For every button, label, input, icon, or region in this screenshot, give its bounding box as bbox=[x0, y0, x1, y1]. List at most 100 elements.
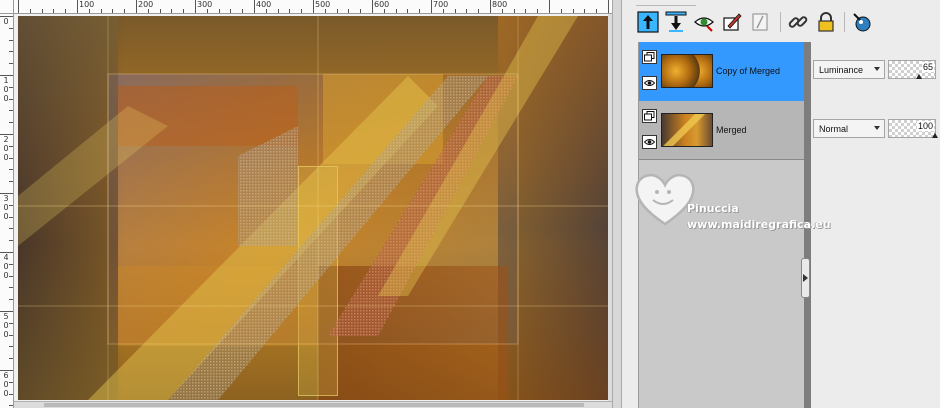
panel-expand-handle[interactable] bbox=[801, 258, 810, 298]
ruler-vertical[interactable]: 0100200300400500600 bbox=[0, 14, 14, 408]
ruler-tick bbox=[29, 9, 31, 13]
opacity-marker[interactable] bbox=[932, 133, 938, 138]
blend-mode-value: Luminance bbox=[819, 64, 864, 75]
visibility-eye-icon[interactable] bbox=[642, 135, 657, 149]
ruler-tick bbox=[136, 0, 137, 13]
lock-icon[interactable] bbox=[814, 10, 838, 34]
ruler-tick bbox=[313, 0, 314, 13]
ruler-tick bbox=[301, 9, 303, 13]
ruler-tick bbox=[560, 9, 562, 13]
layer-name[interactable]: Copy of Merged bbox=[716, 66, 780, 76]
ruler-tick bbox=[206, 9, 208, 13]
watermark: Pinuccia www.maidiregrafica.eu bbox=[633, 160, 873, 240]
ruler-label: 400 bbox=[256, 0, 272, 9]
ruler-tick bbox=[9, 110, 13, 112]
ruler-tick bbox=[65, 9, 67, 13]
ruler-tick bbox=[41, 9, 43, 13]
ruler-tick bbox=[584, 9, 586, 13]
layer-type-icon[interactable] bbox=[642, 109, 657, 123]
ruler-tick bbox=[549, 0, 550, 13]
ruler-label: 0 bbox=[3, 321, 9, 330]
opacity-slider[interactable]: 100 bbox=[888, 119, 938, 138]
link-icon[interactable] bbox=[786, 10, 810, 34]
opacity-slider[interactable]: 65 bbox=[888, 60, 936, 79]
ruler-tick bbox=[112, 9, 114, 13]
ruler-label: 700 bbox=[433, 0, 449, 9]
ruler-tick bbox=[537, 9, 539, 13]
ruler-label: 0 bbox=[3, 389, 9, 398]
ruler-label: 5 bbox=[3, 312, 9, 321]
layer-thumbnail bbox=[661, 113, 713, 147]
toolbar-separator bbox=[780, 12, 781, 32]
ruler-label: 600 bbox=[374, 0, 390, 9]
layer-name[interactable]: Merged bbox=[716, 125, 747, 135]
ruler-label: 0 bbox=[3, 271, 9, 280]
blend-mode-dropdown[interactable]: Normal bbox=[813, 119, 885, 138]
layers-toolbar bbox=[622, 6, 940, 42]
move-layer-down-icon[interactable] bbox=[664, 10, 688, 34]
blend-mode-dropdown[interactable]: Luminance bbox=[813, 60, 885, 79]
ruler-tick bbox=[501, 9, 503, 13]
ruler-tick bbox=[242, 9, 244, 13]
ruler-tick bbox=[360, 9, 362, 13]
layer-props-row: Luminance 65 bbox=[811, 42, 940, 101]
ruler-label: 0 bbox=[3, 85, 9, 94]
ruler-label: 3 bbox=[3, 194, 9, 203]
ruler-label: 6 bbox=[3, 371, 9, 380]
ruler-tick bbox=[230, 9, 232, 13]
ruler-tick bbox=[596, 9, 598, 13]
ruler-label: 0 bbox=[3, 203, 9, 212]
ruler-tick bbox=[9, 346, 13, 348]
ruler-tick bbox=[525, 9, 527, 13]
opacity-value[interactable]: 100 bbox=[916, 121, 934, 131]
move-layer-up-icon[interactable] bbox=[636, 10, 660, 34]
ruler-label: 0 bbox=[3, 94, 9, 103]
layer-row-merged[interactable]: Merged bbox=[639, 101, 805, 160]
ruler-tick bbox=[372, 0, 373, 13]
ruler-tick bbox=[9, 299, 13, 301]
ruler-tick bbox=[277, 9, 279, 13]
canvas-horizontal-scrollbar[interactable] bbox=[14, 401, 612, 408]
ruler-label: 0 bbox=[3, 330, 9, 339]
image-canvas-area: 100 200 300 400 500 600 700 800 010020030040050… bbox=[0, 0, 612, 408]
edit-selection-icon[interactable] bbox=[692, 10, 716, 34]
image-canvas[interactable] bbox=[18, 16, 608, 400]
ruler-tick bbox=[9, 228, 13, 230]
ruler-tick bbox=[9, 63, 13, 65]
ruler-horizontal[interactable]: 100 200 300 400 500 600 700 800 bbox=[14, 0, 612, 14]
ruler-tick bbox=[159, 9, 161, 13]
ruler-tick bbox=[572, 9, 574, 13]
ruler-label: 0 bbox=[3, 262, 9, 271]
opacity-marker[interactable] bbox=[915, 74, 922, 79]
ruler-tick bbox=[478, 9, 480, 13]
pick-tool-icon[interactable] bbox=[850, 10, 874, 34]
ruler-tick bbox=[218, 9, 220, 13]
visibility-eye-icon[interactable] bbox=[642, 76, 657, 90]
ruler-label: 4 bbox=[3, 253, 9, 262]
opacity-value[interactable]: 65 bbox=[921, 62, 934, 72]
lock-transparency-icon[interactable] bbox=[748, 10, 772, 34]
ruler-label: 0 bbox=[3, 380, 9, 389]
toolbar-separator bbox=[844, 12, 845, 32]
layer-row-copy-of-merged[interactable]: Copy of Merged bbox=[639, 42, 805, 101]
ruler-tick bbox=[336, 9, 338, 13]
layer-props-row: Normal 100 bbox=[811, 101, 940, 160]
ruler-corner bbox=[0, 0, 14, 14]
ruler-tick bbox=[608, 0, 609, 13]
canvas-scrollbar-thumb[interactable] bbox=[44, 403, 584, 407]
ruler-tick bbox=[265, 9, 267, 13]
layer-type-icon[interactable] bbox=[642, 50, 657, 64]
ruler-tick bbox=[9, 287, 13, 289]
ruler-tick bbox=[395, 9, 397, 13]
ruler-tick bbox=[171, 9, 173, 13]
panel-splitter[interactable] bbox=[612, 0, 622, 408]
layer-thumbnail bbox=[661, 54, 713, 88]
ruler-tick bbox=[124, 9, 126, 13]
ruler-tick bbox=[9, 122, 13, 124]
ruler-label: 200 bbox=[138, 0, 154, 9]
ruler-label: 0 bbox=[3, 17, 9, 26]
ruler-tick bbox=[53, 9, 55, 13]
ruler-tick bbox=[324, 9, 326, 13]
edit-layer-icon[interactable] bbox=[720, 10, 744, 34]
ruler-tick bbox=[9, 51, 13, 53]
